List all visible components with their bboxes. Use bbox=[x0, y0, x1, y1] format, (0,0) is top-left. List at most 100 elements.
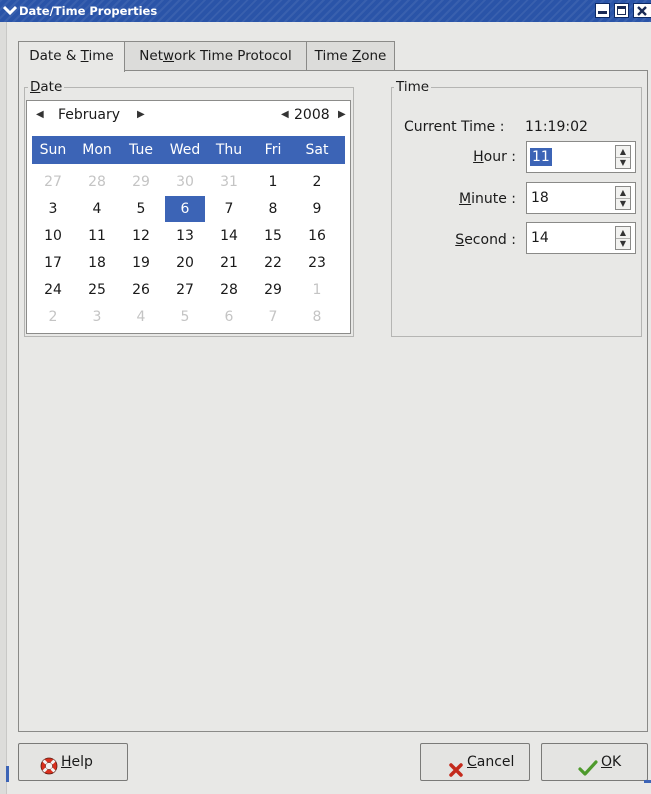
calendar-day[interactable]: 9 bbox=[297, 196, 337, 222]
hour-label: Hour : bbox=[473, 149, 516, 165]
checkmark-icon bbox=[578, 754, 598, 790]
date-frame-label: Date bbox=[28, 79, 65, 95]
minute-label: Minute : bbox=[459, 191, 516, 207]
calendar-day[interactable]: 12 bbox=[121, 223, 161, 249]
maximize-button[interactable] bbox=[614, 3, 629, 18]
calendar-day[interactable]: 1 bbox=[297, 277, 337, 303]
month-label: February bbox=[58, 107, 121, 123]
weekday-label: Thu bbox=[215, 142, 243, 158]
calendar-day[interactable]: 28 bbox=[77, 169, 117, 195]
current-time-value: 11:19:02 bbox=[525, 119, 588, 135]
calendar-day[interactable]: 6 bbox=[209, 304, 249, 330]
help-button[interactable]: Help bbox=[18, 743, 128, 781]
calendar-day[interactable]: 3 bbox=[33, 196, 73, 222]
calendar-day[interactable]: 30 bbox=[165, 169, 205, 195]
close-button[interactable] bbox=[633, 3, 651, 18]
calendar-day[interactable]: 14 bbox=[209, 223, 249, 249]
calendar-day[interactable]: 11 bbox=[77, 223, 117, 249]
minute-spinbutton[interactable]: 18 ▲ ▼ bbox=[526, 182, 636, 214]
weekday-header: Sun Mon Tue Wed Thu Fri Sat bbox=[32, 136, 345, 164]
calendar-day[interactable]: 19 bbox=[121, 250, 161, 276]
current-time-label: Current Time : bbox=[404, 119, 505, 135]
weekday-label: Tue bbox=[129, 142, 153, 158]
calendar[interactable]: ◀ February ▶ ◀ 2008 ▶ Sun Mon Tue Wed Th… bbox=[26, 100, 351, 334]
calendar-header: ◀ February ▶ ◀ 2008 ▶ bbox=[27, 101, 350, 131]
calendar-day[interactable]: 27 bbox=[33, 169, 73, 195]
calendar-day[interactable]: 13 bbox=[165, 223, 205, 249]
calendar-day[interactable]: 29 bbox=[253, 277, 293, 303]
calendar-day[interactable]: 7 bbox=[209, 196, 249, 222]
calendar-day[interactable]: 27 bbox=[165, 277, 205, 303]
calendar-day[interactable]: 6 bbox=[165, 196, 205, 222]
window-menu-icon[interactable] bbox=[2, 2, 18, 18]
weekday-label: Fri bbox=[264, 142, 282, 158]
lifebuoy-icon bbox=[40, 753, 58, 789]
tab-ntp-label: Network Time Protocol bbox=[139, 48, 292, 64]
calendar-day[interactable]: 4 bbox=[77, 196, 117, 222]
calendar-day[interactable]: 17 bbox=[33, 250, 73, 276]
cancel-button[interactable]: Cancel bbox=[420, 743, 530, 781]
time-frame-label: Time bbox=[394, 79, 432, 95]
next-month-arrow-icon[interactable]: ▶ bbox=[137, 109, 145, 120]
calendar-day[interactable]: 1 bbox=[253, 169, 293, 195]
cancel-button-label: Cancel bbox=[467, 754, 515, 770]
calendar-day[interactable]: 31 bbox=[209, 169, 249, 195]
calendar-day[interactable]: 29 bbox=[121, 169, 161, 195]
weekday-label: Mon bbox=[82, 142, 112, 158]
weekday-label: Sun bbox=[39, 142, 67, 158]
calendar-day[interactable]: 8 bbox=[253, 196, 293, 222]
calendar-day[interactable]: 21 bbox=[209, 250, 249, 276]
calendar-day[interactable]: 15 bbox=[253, 223, 293, 249]
calendar-day[interactable]: 3 bbox=[77, 304, 117, 330]
help-button-label: Help bbox=[61, 754, 93, 770]
second-label: Second : bbox=[455, 232, 516, 248]
hour-spin-buttons: ▲ ▼ bbox=[615, 145, 631, 169]
weekday-label: Wed bbox=[169, 142, 201, 158]
calendar-day[interactable]: 28 bbox=[209, 277, 249, 303]
minute-spin-buttons: ▲ ▼ bbox=[615, 186, 631, 210]
calendar-day[interactable]: 25 bbox=[77, 277, 117, 303]
spin-down-icon[interactable]: ▼ bbox=[616, 198, 630, 209]
hour-value[interactable]: 11 bbox=[530, 148, 552, 166]
calendar-day[interactable]: 23 bbox=[297, 250, 337, 276]
calendar-day[interactable]: 20 bbox=[165, 250, 205, 276]
minimize-button[interactable] bbox=[595, 3, 610, 18]
window-edge-accent bbox=[644, 780, 651, 783]
second-spin-buttons: ▲ ▼ bbox=[615, 226, 631, 250]
tab-network-time-protocol[interactable]: Network Time Protocol bbox=[124, 41, 307, 70]
calendar-day[interactable]: 18 bbox=[77, 250, 117, 276]
ok-button-label: OK bbox=[601, 754, 622, 770]
calendar-day[interactable]: 16 bbox=[297, 223, 337, 249]
next-year-arrow-icon[interactable]: ▶ bbox=[338, 109, 346, 120]
tab-time-zone[interactable]: Time Zone bbox=[306, 41, 395, 70]
calendar-day[interactable]: 7 bbox=[253, 304, 293, 330]
calendar-day[interactable]: 26 bbox=[121, 277, 161, 303]
hour-spinbutton[interactable]: 11 ▲ ▼ bbox=[526, 141, 636, 173]
calendar-day[interactable]: 5 bbox=[121, 196, 161, 222]
second-value[interactable]: 14 bbox=[531, 229, 549, 247]
window-title: Date/Time Properties bbox=[19, 4, 158, 18]
calendar-day[interactable]: 5 bbox=[165, 304, 205, 330]
prev-year-arrow-icon[interactable]: ◀ bbox=[281, 109, 289, 120]
x-icon bbox=[449, 755, 463, 791]
calendar-day[interactable]: 8 bbox=[297, 304, 337, 330]
calendar-day[interactable]: 2 bbox=[297, 169, 337, 195]
calendar-day[interactable]: 24 bbox=[33, 277, 73, 303]
spin-down-icon[interactable]: ▼ bbox=[616, 157, 630, 168]
prev-month-arrow-icon[interactable]: ◀ bbox=[36, 109, 44, 120]
calendar-day[interactable]: 22 bbox=[253, 250, 293, 276]
calendar-day[interactable]: 2 bbox=[33, 304, 73, 330]
year-label: 2008 bbox=[294, 107, 330, 123]
ok-button[interactable]: OK bbox=[541, 743, 648, 781]
window-left-edge bbox=[0, 22, 7, 794]
spin-down-icon[interactable]: ▼ bbox=[616, 238, 630, 249]
weekday-label: Sat bbox=[305, 142, 329, 158]
title-bar: Date/Time Properties bbox=[0, 0, 651, 22]
calendar-day[interactable]: 10 bbox=[33, 223, 73, 249]
tab-date-time[interactable]: Date & Time bbox=[18, 41, 125, 72]
window-edge-accent bbox=[6, 766, 9, 782]
tab-date-time-label: Date & Time bbox=[29, 48, 114, 64]
second-spinbutton[interactable]: 14 ▲ ▼ bbox=[526, 222, 636, 254]
calendar-day[interactable]: 4 bbox=[121, 304, 161, 330]
minute-value[interactable]: 18 bbox=[531, 189, 549, 207]
